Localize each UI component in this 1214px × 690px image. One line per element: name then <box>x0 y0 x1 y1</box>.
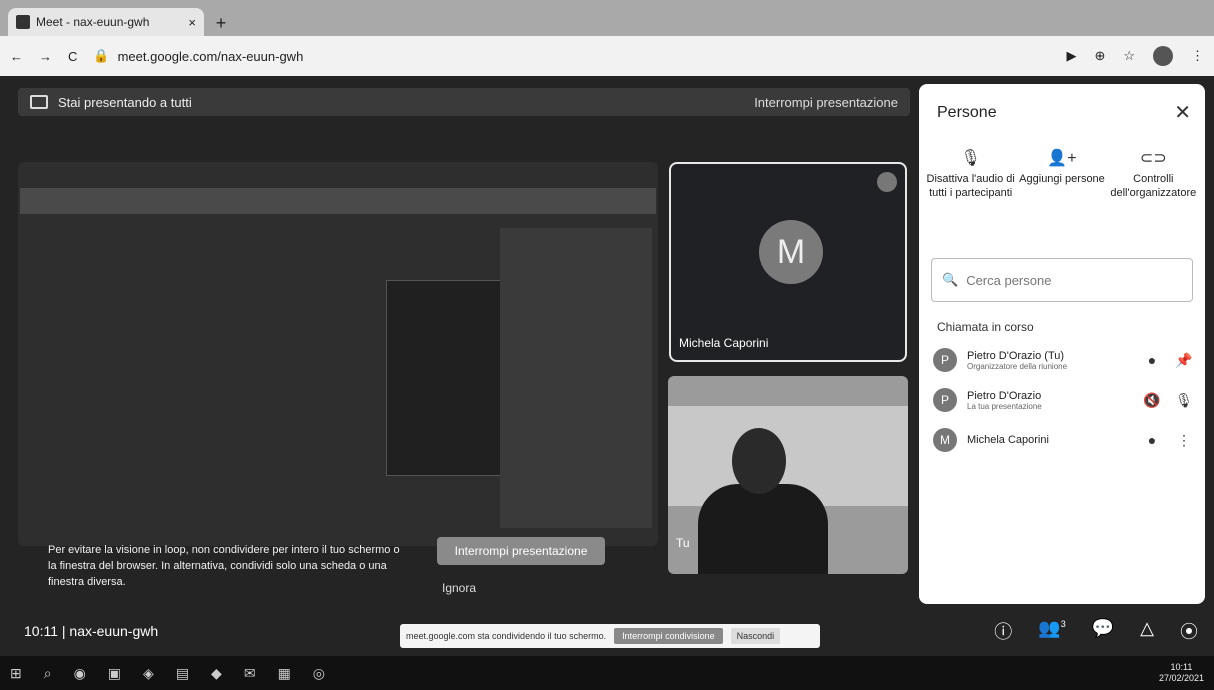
participant-name: Michela Caporini <box>967 434 1049 446</box>
camera-icon[interactable]: ▶ <box>1066 48 1076 64</box>
clock-time: 10:11 <box>1170 662 1193 672</box>
screen-share-toast: meet.google.com sta condividendo il tuo … <box>400 624 820 648</box>
video-person-head <box>732 428 786 494</box>
shield-icon[interactable]: ⦿ <box>1180 618 1198 644</box>
mute-all-button[interactable]: 🎙 Disattiva l'audio di tutti i partecipa… <box>925 150 1016 200</box>
lock-icon: 🔒 <box>93 48 110 63</box>
app-icon[interactable]: ◈ <box>143 665 154 682</box>
people-count-badge: 3 <box>1060 619 1066 629</box>
search-icon: 🔍 <box>942 272 959 287</box>
chrome-icon[interactable]: ◎ <box>313 665 325 682</box>
mail-icon[interactable]: ✉ <box>244 665 256 682</box>
action-label: Aggiungi persone <box>1019 173 1105 185</box>
action-label: Disattiva l'audio di tutti i partecipant… <box>926 173 1015 199</box>
participant-tile-self[interactable]: Tu <box>668 376 908 574</box>
more-options-icon[interactable]: ⋮ <box>1173 432 1195 449</box>
activities-icon[interactable]: △ <box>1140 618 1154 644</box>
participant-name: Pietro D'Orazio <box>967 389 1042 402</box>
stop-sharing-button[interactable]: Interrompi condivisione <box>614 628 723 644</box>
reload-icon[interactable]: C <box>68 49 77 64</box>
tab-close-icon[interactable]: × <box>188 15 196 30</box>
shared-screen <box>18 162 658 546</box>
stop-presenting-link[interactable]: Interrompi presentazione <box>754 95 898 110</box>
tile-options-icon[interactable] <box>877 172 897 192</box>
close-icon[interactable]: ✕ <box>1174 100 1191 125</box>
app-icon[interactable]: ▣ <box>108 665 121 682</box>
list-item[interactable]: P Pietro D'Orazio La tua presentazione 🔇… <box>933 380 1195 420</box>
present-icon <box>30 95 48 109</box>
panel-title: Persone <box>937 104 997 121</box>
action-label: Controlli dell'organizzatore <box>1110 173 1197 199</box>
add-person-icon: 👤+ <box>1047 150 1077 167</box>
info-icon[interactable]: ⓘ <box>994 618 1012 644</box>
avatar: P <box>933 388 957 412</box>
participant-role: Organizzatore della riunione <box>967 361 1068 371</box>
menu-kebab-icon[interactable]: ⋮ <box>1191 48 1204 64</box>
host-controls-button[interactable]: ⊂⊃ Controlli dell'organizzatore <box>1108 150 1199 200</box>
app-icon[interactable]: ◉ <box>74 665 86 682</box>
participant-name: Michela Caporini <box>679 336 769 350</box>
meeting-info[interactable]: 10:11 | nax-euun-gwh <box>24 623 158 639</box>
os-taskbar: ⊞ ⌕ ◉ ▣ ◈ ▤ ◆ ✉ ▦ ◎ 10:11 27/02/2021 <box>0 656 1214 690</box>
forward-icon[interactable]: → <box>39 49 52 64</box>
people-icon[interactable]: 👥3 <box>1038 618 1065 644</box>
windows-start-icon[interactable]: ⊞ <box>10 665 22 682</box>
mic-off-icon[interactable]: 🎙 <box>1173 392 1195 409</box>
avatar: M <box>933 428 957 452</box>
video-person-body <box>698 484 828 574</box>
meet-favicon-icon <box>16 15 30 29</box>
stop-presenting-button[interactable]: Interrompi presentazione <box>437 537 605 565</box>
list-item[interactable]: P Pietro D'Orazio (Tu) Organizzatore del… <box>933 340 1195 380</box>
pin-icon[interactable]: 📌 <box>1173 352 1195 369</box>
presenting-banner: Stai presentando a tutti Interrompi pres… <box>18 88 910 116</box>
bookmark-star-icon[interactable]: ☆ <box>1123 48 1135 64</box>
app-icon[interactable]: ▦ <box>278 665 291 682</box>
shared-screen-toolbar <box>20 188 656 214</box>
participant-role: La tua presentazione <box>967 401 1042 411</box>
search-icon[interactable]: ⌕ <box>44 665 52 682</box>
meet-stage: Stai presentando a tutti Interrompi pres… <box>0 76 1214 656</box>
search-box[interactable]: 🔍 <box>931 258 1193 302</box>
ignore-button[interactable]: Ignora <box>442 581 476 595</box>
presenting-text: Stai presentando a tutti <box>58 94 192 110</box>
back-icon[interactable]: ← <box>10 49 23 64</box>
add-people-button[interactable]: 👤+ Aggiungi persone <box>1016 150 1107 200</box>
participant-tile-michela[interactable]: M Michela Caporini <box>669 162 907 362</box>
avatar: P <box>933 348 957 372</box>
address-bar: ← → C 🔒 meet.google.com/nax-euun-gwh ▶ ⊕… <box>0 36 1214 76</box>
audio-level-icon: ● <box>1147 432 1157 448</box>
audio-level-icon: ● <box>1147 352 1157 368</box>
new-tab-button[interactable]: + <box>210 12 232 34</box>
app-icon[interactable]: ◆ <box>211 665 222 682</box>
participant-name: Pietro D'Orazio (Tu) <box>967 349 1065 362</box>
avatar: M <box>759 220 823 284</box>
toast-text: meet.google.com sta condividendo il tuo … <box>406 631 607 641</box>
system-clock[interactable]: 10:11 27/02/2021 <box>1159 662 1204 684</box>
app-icon[interactable]: ▤ <box>176 665 189 682</box>
browser-tab[interactable]: Meet - nax-euun-gwh × <box>8 8 204 36</box>
participant-list: P Pietro D'Orazio (Tu) Organizzatore del… <box>933 340 1195 460</box>
shared-screen-panel <box>500 228 652 528</box>
shared-screen-recursion <box>386 280 504 476</box>
section-header: Chiamata in corso <box>937 320 1034 334</box>
list-item[interactable]: M Michela Caporini ● ⋮ <box>933 420 1195 460</box>
extension-icon[interactable]: ⊕ <box>1094 48 1105 64</box>
speaker-off-icon: 🔇 <box>1143 391 1161 408</box>
chat-icon[interactable]: 💬 <box>1092 618 1114 644</box>
tab-title: Meet - nax-euun-gwh <box>36 15 150 29</box>
url-text[interactable]: meet.google.com/nax-euun-gwh <box>118 49 304 64</box>
people-panel: Persone ✕ 🎙 Disattiva l'audio di tutti i… <box>919 84 1205 604</box>
loop-warning-text: Per evitare la visione in loop, non cond… <box>48 544 400 588</box>
mic-off-icon: 🎙 <box>960 150 981 167</box>
browser-tabstrip: Meet - nax-euun-gwh × + <box>0 0 1214 36</box>
meeting-side-controls: ⓘ 👥3 💬 △ ⦿ <box>994 618 1198 644</box>
profile-avatar[interactable] <box>1153 46 1173 66</box>
toggle-icon: ⊂⊃ <box>1139 150 1167 167</box>
search-input[interactable] <box>966 272 1167 288</box>
hide-button[interactable]: Nascondi <box>730 628 781 644</box>
clock-date: 27/02/2021 <box>1158 673 1204 683</box>
participant-name: Tu <box>676 536 690 550</box>
panel-actions: 🎙 Disattiva l'audio di tutti i partecipa… <box>919 150 1205 200</box>
